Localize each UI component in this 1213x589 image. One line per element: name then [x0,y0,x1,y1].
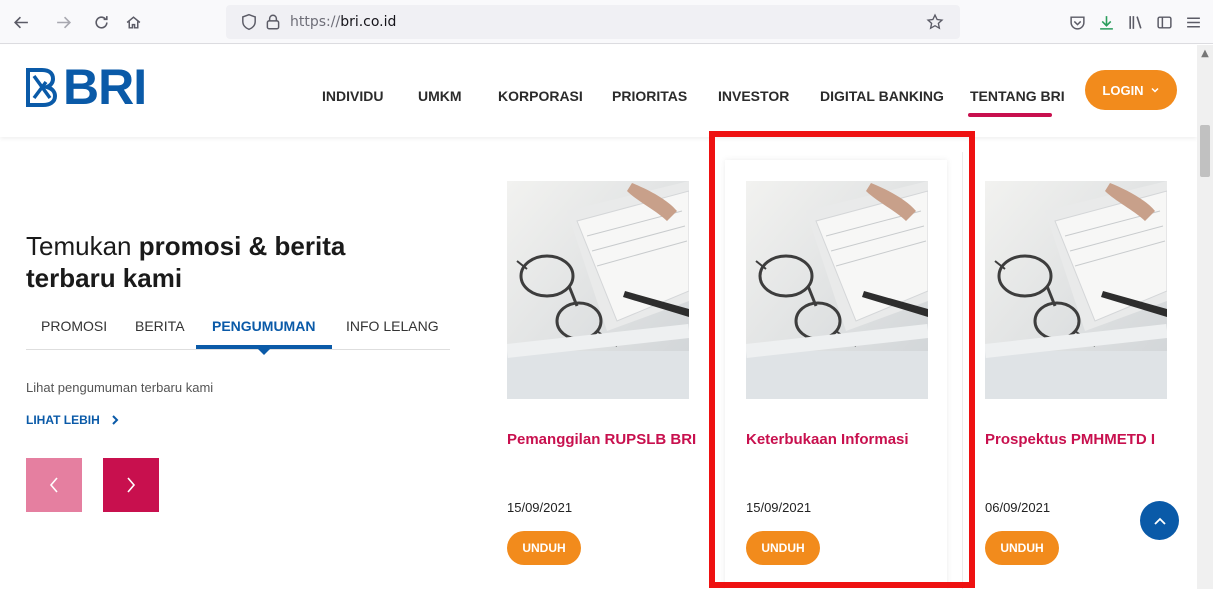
tab-promosi[interactable]: PROMOSI [41,318,107,334]
title-bold-2: terbaru kami [26,263,183,293]
tab-pengumuman[interactable]: PENGUMUMAN [212,318,315,334]
card-image[interactable] [507,181,689,399]
url-text[interactable]: https://bri.co.id [290,14,396,30]
bookmark-star-icon[interactable] [926,13,944,31]
nav-prioritas[interactable]: PRIORITAS [612,88,687,104]
hamburger-menu-icon[interactable] [1180,9,1206,35]
chevron-up-icon [1153,517,1166,525]
login-label: LOGIN [1102,82,1144,98]
download-button[interactable]: UNDUH [985,531,1059,565]
tab-info-lelang[interactable]: INFO LELANG [346,318,439,334]
bri-logo-mark-icon [26,68,58,107]
forward-icon[interactable] [50,9,76,35]
lock-icon[interactable] [264,13,282,31]
announcement-card[interactable]: Keterbukaan Informasi 15/09/2021 UNDUH [725,160,947,589]
back-icon[interactable] [8,9,34,35]
carousel-next-button[interactable] [103,458,159,512]
library-icon[interactable] [1122,9,1148,35]
bri-logo[interactable]: BRI [25,59,147,115]
nav-individu[interactable]: INDIVIDU [322,88,383,104]
card-title[interactable]: Prospektus PMHMETD I [985,428,1185,452]
carousel-prev-button[interactable] [26,458,82,512]
page-scrollbar[interactable]: ▲ [1197,45,1213,589]
title-bold-1: promosi & berita [138,231,346,261]
announcement-card[interactable]: Pemanggilan RUPSLB BRI 15/09/2021 UNDUH [507,160,737,589]
browser-toolbar: https://bri.co.id [0,0,1213,44]
login-button[interactable]: LOGIN [1085,70,1177,110]
card-image[interactable] [985,181,1167,399]
card-title[interactable]: Pemanggilan RUPSLB BRI [507,428,707,452]
url-host: bri.co.id [340,14,397,30]
reload-icon[interactable] [88,9,114,35]
tab-berita[interactable]: BERITA [135,318,185,334]
sidebar-icon[interactable] [1151,9,1177,35]
nav-umkm[interactable]: UMKM [418,88,462,104]
download-button[interactable]: UNDUH [746,531,820,565]
active-tab-caret [258,349,270,355]
active-nav-underline [968,113,1052,117]
chevron-right-icon [112,415,119,425]
see-more-link[interactable]: LIHAT LEBIH [26,413,120,427]
nav-korporasi[interactable]: KORPORASI [498,88,583,104]
downloads-icon[interactable] [1093,9,1119,35]
back-to-top-button[interactable] [1140,501,1179,540]
section-title: Temukan promosi & berita terbaru kami [26,230,426,294]
download-button[interactable]: UNDUH [507,531,581,565]
see-more-label: LIHAT LEBIH [26,413,100,427]
chevron-down-icon [1151,87,1159,93]
url-scheme: https:// [290,14,341,30]
chevron-left-icon [49,477,58,493]
card-divider [962,152,963,589]
tracking-protection-icon[interactable] [240,13,258,31]
nav-tentang-bri[interactable]: TENTANG BRI [970,88,1065,104]
nav-digital-banking[interactable]: DIGITAL BANKING [820,88,944,104]
site-header: BRI INDIVIDU UMKM KORPORASI PRIORITAS IN… [0,45,1197,137]
pocket-icon[interactable] [1064,9,1090,35]
nav-investor[interactable]: INVESTOR [718,88,789,104]
scroll-up-icon[interactable]: ▲ [1197,45,1213,61]
card-date: 06/09/2021 [985,500,1051,515]
card-date: 15/09/2021 [507,500,573,515]
title-plain: Temukan [26,231,139,261]
address-bar[interactable]: https://bri.co.id [226,5,960,39]
chevron-right-icon [127,477,136,493]
card-title[interactable]: Keterbukaan Informasi [746,428,946,452]
card-date: 15/09/2021 [746,500,812,515]
section-subtitle: Lihat pengumuman terbaru kami [26,380,214,395]
card-image[interactable] [746,181,928,399]
scrollbar-thumb[interactable] [1200,125,1210,177]
home-icon[interactable] [120,9,146,35]
logo-text: BRI [63,59,147,115]
